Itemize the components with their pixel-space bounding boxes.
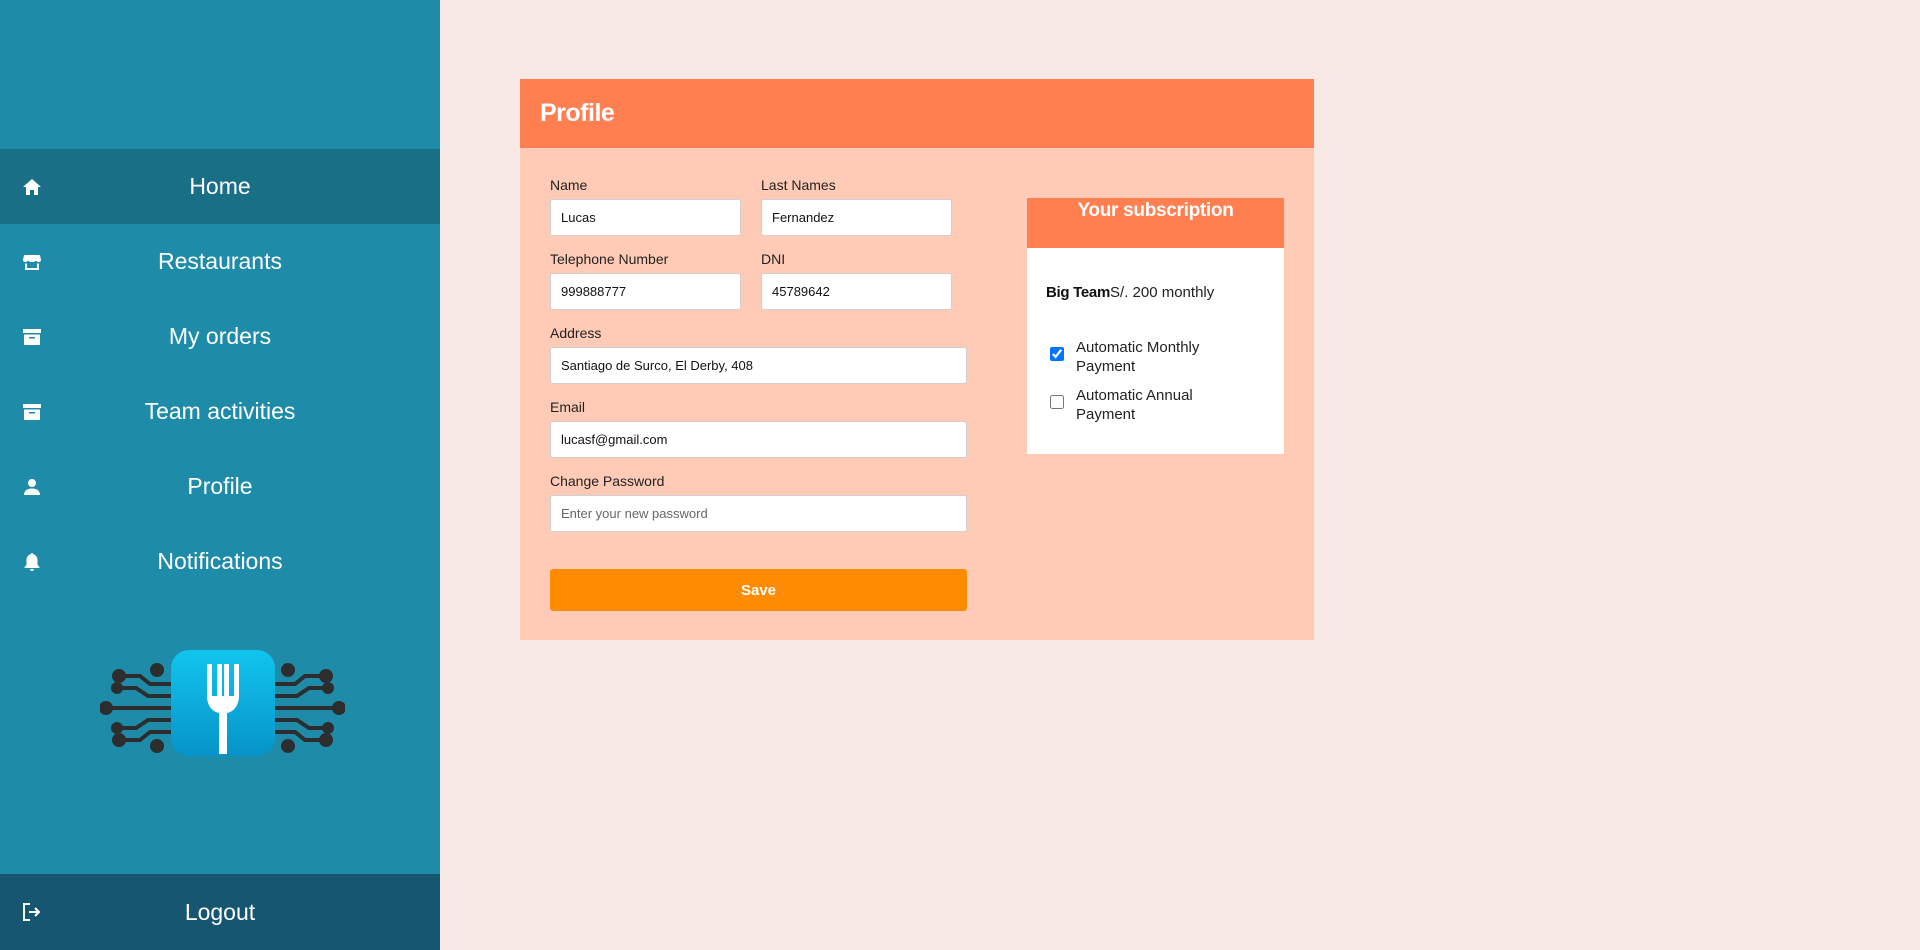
name-label: Name xyxy=(550,177,588,193)
plan-info: Big TeamS/. 200 monthly xyxy=(1046,284,1214,301)
monthly-payment-option: Automatic Monthly Payment xyxy=(1050,338,1226,376)
logout-label: Logout xyxy=(184,898,256,925)
email-label: Email xyxy=(550,399,586,415)
monthly-payment-label: Automatic Monthly Payment xyxy=(1076,339,1200,375)
annual-payment-checkbox[interactable] xyxy=(1050,395,1064,409)
sidebar-item-label: Restaurants xyxy=(157,248,282,274)
dni-label: DNI xyxy=(761,251,786,267)
sidebar-item-label: My orders xyxy=(168,323,272,349)
telephone-field[interactable] xyxy=(550,273,741,310)
page-title: Profile xyxy=(540,99,615,127)
logout-button[interactable]: Logout xyxy=(0,874,440,950)
fork-circuit-logo-icon xyxy=(99,650,346,756)
subscription-title: Your subscription xyxy=(1077,200,1234,221)
sidebar-item-label: Home xyxy=(189,173,251,199)
sidebar-item-label: Team activities xyxy=(144,398,296,424)
sidebar-item-label: Profile xyxy=(187,473,253,499)
sidebar-nav: Home Restaurants My orders Team activiti… xyxy=(0,149,440,599)
email-field[interactable] xyxy=(550,421,967,458)
sidebar-item-my-orders[interactable]: My orders xyxy=(0,299,440,374)
home-icon xyxy=(22,177,42,197)
logout-icon xyxy=(22,902,42,922)
person-icon xyxy=(22,477,42,497)
sidebar-item-restaurants[interactable]: Restaurants xyxy=(0,224,440,299)
monthly-payment-checkbox[interactable] xyxy=(1050,347,1064,361)
subscription-header: Your subscription xyxy=(1027,198,1284,248)
password-field[interactable] xyxy=(550,495,967,532)
name-field[interactable] xyxy=(550,199,741,236)
annual-payment-option: Automatic Annual Payment xyxy=(1050,386,1226,424)
store-icon xyxy=(22,252,42,272)
sidebar-item-profile[interactable]: Profile xyxy=(0,449,440,524)
telephone-label: Telephone Number xyxy=(550,251,669,267)
sidebar: Home Restaurants My orders Team activiti… xyxy=(0,0,440,950)
plan-price: S/. 200 monthly xyxy=(1110,284,1215,301)
profile-header: Profile xyxy=(520,79,1314,148)
archive-icon xyxy=(22,402,42,422)
bell-icon xyxy=(22,552,42,572)
profile-card: Profile Name Last Names Telephone Number… xyxy=(520,79,1314,640)
sidebar-item-team-activities[interactable]: Team activities xyxy=(0,374,440,449)
subscription-panel: Your subscription Big TeamS/. 200 monthl… xyxy=(1027,198,1284,454)
annual-payment-label: Automatic Annual Payment xyxy=(1076,387,1193,423)
last-names-field[interactable] xyxy=(761,199,952,236)
sidebar-item-notifications[interactable]: Notifications xyxy=(0,524,440,599)
dni-field[interactable] xyxy=(761,273,952,310)
app-logo xyxy=(99,646,346,761)
plan-name: Big Team xyxy=(1046,284,1111,301)
change-password-label: Change Password xyxy=(550,473,665,489)
address-field[interactable] xyxy=(550,347,967,384)
sidebar-item-home[interactable]: Home xyxy=(0,149,440,224)
save-button[interactable]: Save xyxy=(550,569,967,611)
address-label: Address xyxy=(550,325,602,341)
archive-icon xyxy=(22,327,42,347)
sidebar-item-label: Notifications xyxy=(157,548,283,574)
last-names-label: Last Names xyxy=(761,177,836,193)
